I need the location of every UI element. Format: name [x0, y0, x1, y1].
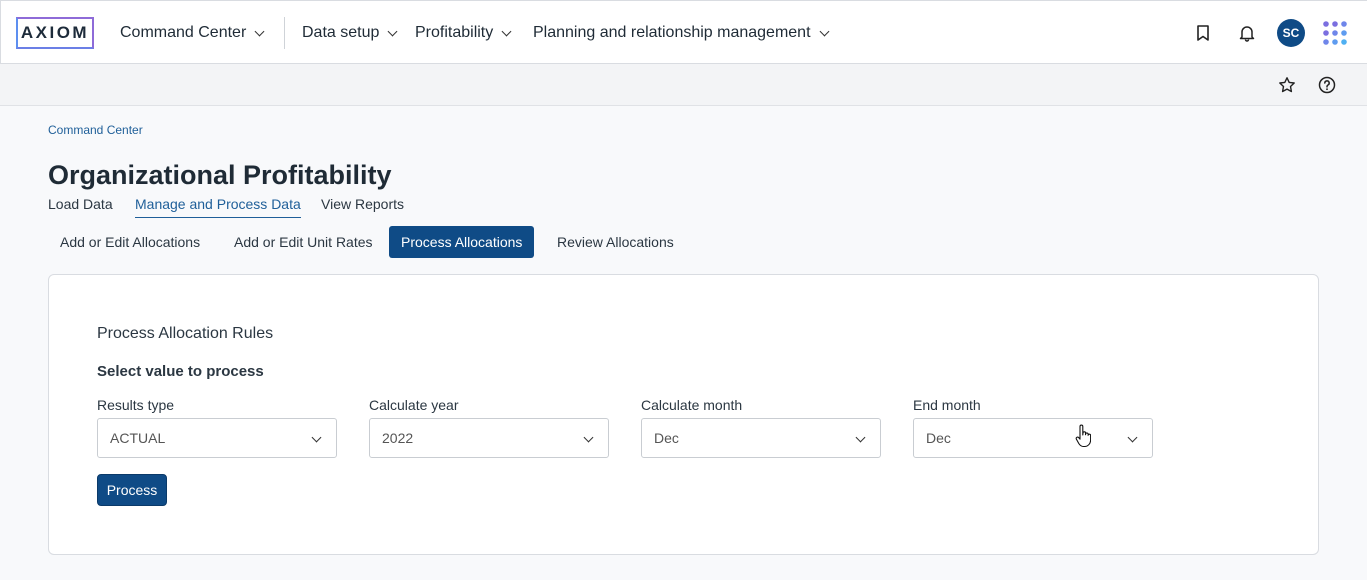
apps-grid-icon[interactable]: [1322, 20, 1348, 46]
calculate-month-select[interactable]: Dec: [641, 418, 881, 458]
card-title: Process Allocation Rules: [97, 325, 274, 342]
nav-data-setup[interactable]: Data setup: [302, 22, 398, 44]
chevron-down-icon: [501, 26, 512, 36]
secondary-toolbar: [0, 64, 1367, 106]
nav-label: Profitability: [415, 24, 494, 41]
page-title: Organizational Profitability: [48, 160, 392, 190]
hand-pointer-cursor-icon: [1075, 424, 1092, 453]
end-month-value: Dec: [926, 430, 951, 446]
star-icon[interactable]: [1275, 73, 1299, 97]
user-avatar[interactable]: SC: [1277, 19, 1305, 47]
calculate-year-label: Calculate year: [369, 397, 459, 413]
subtab-add-edit-unit-rates[interactable]: Add or Edit Unit Rates: [222, 226, 385, 258]
subtab-process-allocations[interactable]: Process Allocations: [389, 226, 535, 258]
nav-profitability[interactable]: Profitability: [415, 22, 512, 44]
tab-view-reports[interactable]: View Reports: [321, 196, 404, 218]
bookmark-icon[interactable]: [1191, 21, 1215, 45]
subtab-review-allocations[interactable]: Review Allocations: [545, 226, 686, 258]
nav-label: Command Center: [120, 24, 247, 41]
end-month-label: End month: [913, 397, 981, 413]
nav-label: Planning and relationship management: [533, 24, 811, 41]
calculate-year-value: 2022: [382, 430, 414, 446]
process-allocation-card: [48, 274, 1319, 555]
nav-planning-relationship[interactable]: Planning and relationship management: [533, 22, 829, 44]
card-subtitle: Select value to process: [97, 363, 264, 380]
subtab-add-edit-allocations[interactable]: Add or Edit Allocations: [48, 226, 212, 258]
chevron-down-icon: [583, 432, 594, 443]
chevron-down-icon: [254, 26, 265, 36]
results-type-value: ACTUAL: [110, 430, 166, 446]
calculate-month-value: Dec: [654, 430, 679, 446]
nav-label: Data setup: [302, 24, 380, 41]
nav-command-center[interactable]: Command Center: [120, 22, 265, 44]
chevron-down-icon: [855, 432, 866, 443]
chevron-down-icon: [311, 432, 322, 443]
tab-manage-process-data[interactable]: Manage and Process Data: [135, 196, 301, 218]
top-navigation-bar: AXIOM Command Center Data setup Profitab…: [0, 0, 1367, 64]
logo-text: AXIOM: [20, 23, 90, 42]
process-button[interactable]: Process: [97, 474, 167, 506]
results-type-label: Results type: [97, 397, 175, 413]
chevron-down-icon: [819, 26, 829, 36]
axiom-logo[interactable]: AXIOM: [16, 17, 94, 49]
tab-load-data[interactable]: Load Data: [48, 196, 113, 218]
help-icon[interactable]: [1315, 73, 1339, 97]
results-type-select[interactable]: ACTUAL: [97, 418, 337, 458]
breadcrumb[interactable]: Command Center: [48, 123, 143, 137]
calculate-year-select[interactable]: 2022: [369, 418, 609, 458]
bell-icon[interactable]: [1235, 21, 1259, 45]
end-month-select[interactable]: Dec: [913, 418, 1153, 458]
chevron-down-icon: [1127, 432, 1138, 443]
calculate-month-label: Calculate month: [641, 397, 743, 413]
nav-divider: [284, 17, 285, 49]
chevron-down-icon: [387, 26, 398, 36]
